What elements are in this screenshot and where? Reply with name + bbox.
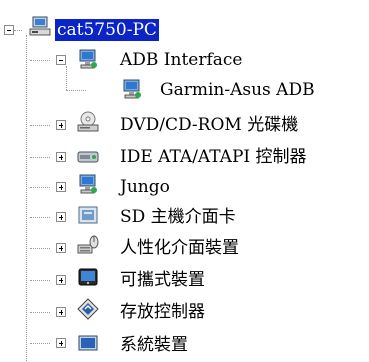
tree-line-h <box>30 217 50 218</box>
device-tree: cat5750-PC ADB Interface Garmin-Asus ADB <box>0 0 369 362</box>
expand-toggle-storage[interactable] <box>56 307 66 317</box>
tree-item-label: IDE ATA/ATAPI 控制器 <box>120 147 307 167</box>
expand-toggle-portable[interactable] <box>56 275 66 285</box>
expand-toggle-dvd[interactable] <box>56 120 66 130</box>
tree-item-label: ADB Interface <box>120 50 243 70</box>
expand-toggle-jungo[interactable] <box>56 182 66 192</box>
device-monitor-icon <box>76 47 100 71</box>
optical-drive-icon <box>76 110 100 134</box>
tree-line-h <box>66 90 86 91</box>
ide-controller-icon <box>76 144 100 168</box>
tree-line-h <box>30 60 50 61</box>
tree-item-ide-ata-atapi[interactable]: IDE ATA/ATAPI 控制器 <box>118 142 309 172</box>
expand-toggle-ide[interactable] <box>56 152 66 162</box>
tree-line-h <box>30 280 50 281</box>
expand-toggle-sd-host[interactable] <box>56 212 66 222</box>
tree-line-h <box>30 248 50 249</box>
tree-line-h <box>30 343 50 344</box>
sd-host-icon <box>76 203 100 227</box>
collapse-toggle-root[interactable] <box>4 25 14 35</box>
storage-controller-icon <box>76 297 100 321</box>
portable-device-icon <box>76 265 100 289</box>
tree-item-label: 人性化介面裝置 <box>120 238 239 258</box>
device-monitor-icon <box>120 77 144 101</box>
tree-item-label: DVD/CD-ROM 光碟機 <box>120 115 299 135</box>
tree-item-label: 可攜式裝置 <box>120 270 205 290</box>
collapse-toggle-adb-interface[interactable] <box>56 55 66 65</box>
tree-item-sd-host[interactable]: SD 主機介面卡 <box>118 202 238 232</box>
device-monitor-icon <box>76 172 100 196</box>
expand-toggle-system[interactable] <box>56 338 66 348</box>
tree-root-row[interactable]: cat5750-PC <box>55 15 159 45</box>
tree-item-hid[interactable]: 人性化介面裝置 <box>118 233 241 263</box>
tree-item-portable-devices[interactable]: 可攜式裝置 <box>118 265 207 295</box>
tree-line-adb <box>66 66 67 90</box>
expand-toggle-hid[interactable] <box>56 243 66 253</box>
tree-line-h <box>30 125 50 126</box>
tree-item-adb-interface[interactable]: ADB Interface <box>118 45 245 75</box>
tree-item-label: 存放控制器 <box>120 302 205 322</box>
tree-item-dvd-cd-rom[interactable]: DVD/CD-ROM 光碟機 <box>118 110 300 140</box>
tree-item-label: 系統裝置 <box>120 335 188 355</box>
computer-icon <box>28 14 52 38</box>
tree-item-garmin-asus-adb[interactable]: Garmin-Asus ADB <box>158 75 317 105</box>
tree-line-h <box>30 157 50 158</box>
tree-line-h <box>30 187 50 188</box>
tree-line-h <box>30 312 50 313</box>
tree-item-label: Garmin-Asus ADB <box>160 80 315 100</box>
hid-icon <box>76 233 100 257</box>
tree-item-label: Jungo <box>120 177 170 197</box>
tree-item-storage-controllers[interactable]: 存放控制器 <box>118 297 207 327</box>
system-devices-icon <box>76 332 100 356</box>
tree-item-system-devices[interactable]: 系統裝置 <box>118 330 190 360</box>
tree-item-label: SD 主機介面卡 <box>120 207 236 227</box>
tree-line-h <box>14 30 22 31</box>
tree-root-label[interactable]: cat5750-PC <box>55 19 159 41</box>
tree-item-jungo[interactable]: Jungo <box>118 172 172 202</box>
tree-line-root <box>26 35 27 362</box>
